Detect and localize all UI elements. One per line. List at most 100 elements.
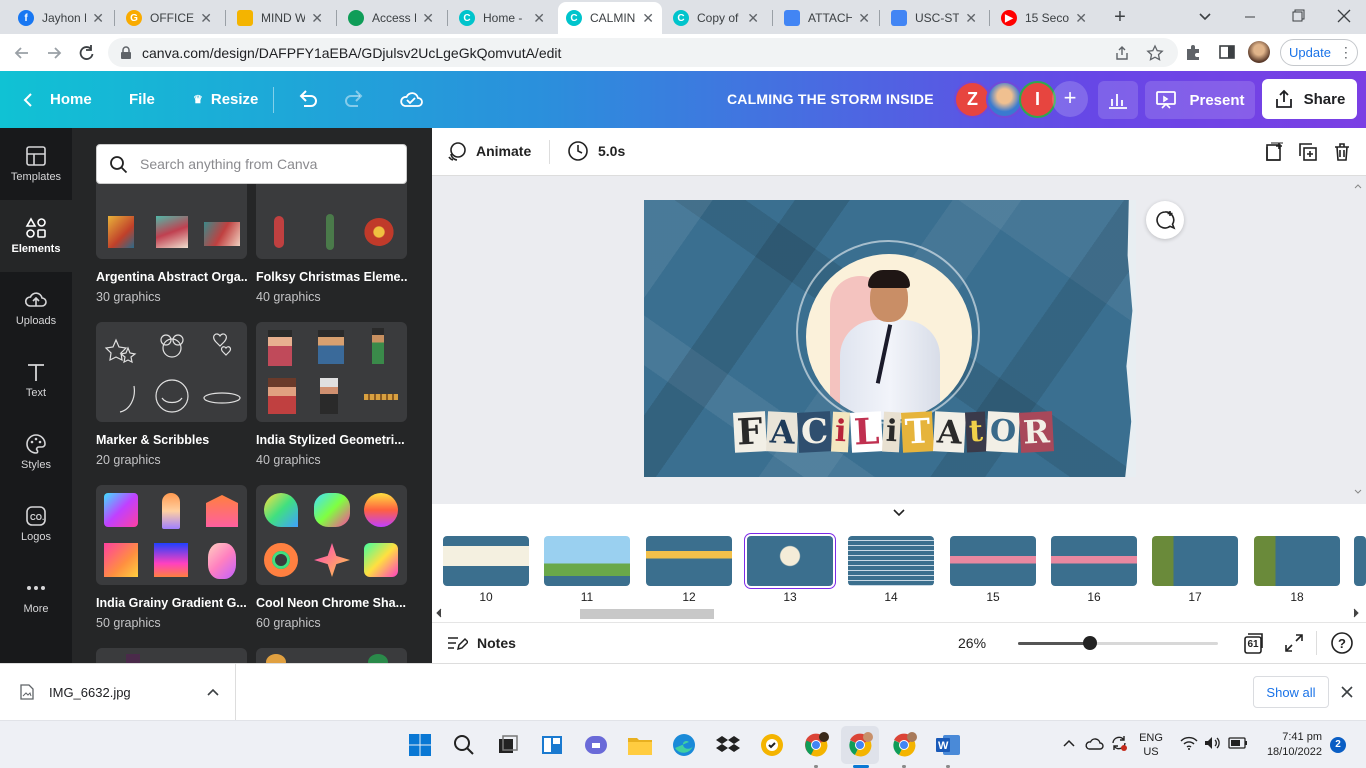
browser-tab[interactable]: MIND W ✕ <box>229 4 331 32</box>
canvas-scrollbar-vertical[interactable] <box>1352 180 1364 498</box>
strip-collapse-button[interactable] <box>864 504 934 522</box>
notification-badge[interactable]: 2 <box>1330 737 1346 753</box>
update-button[interactable]: Update ⋮ <box>1280 39 1358 66</box>
address-bar[interactable]: canva.com/design/DAFPFY1aEBA/GDjulsv2UcL… <box>108 38 1178 67</box>
page-thumbnail[interactable] <box>848 536 934 586</box>
word-icon[interactable]: W <box>934 731 962 759</box>
browser-tab[interactable]: G OFFICER ✕ <box>118 4 220 32</box>
page-thumbnail[interactable] <box>950 536 1036 586</box>
browser-tab[interactable]: ▶ 15 Seco ✕ <box>993 4 1095 32</box>
chevron-up-icon[interactable] <box>206 687 220 697</box>
rail-item-styles[interactable]: Styles <box>0 416 72 488</box>
reload-icon[interactable] <box>76 43 96 63</box>
close-tab-icon[interactable]: ✕ <box>311 10 323 27</box>
rail-item-more[interactable]: More <box>0 560 72 632</box>
close-downloads-icon[interactable] <box>1340 685 1354 699</box>
delete-page-icon[interactable] <box>1332 142 1352 162</box>
close-tab-icon[interactable]: ✕ <box>858 10 870 27</box>
language-indicator[interactable]: ENG US <box>1139 731 1163 759</box>
new-tab-button[interactable]: + <box>1108 6 1132 30</box>
add-page-icon[interactable] <box>1264 142 1284 162</box>
zoom-slider[interactable] <box>1018 636 1218 650</box>
cloud-saved-icon[interactable] <box>398 88 424 110</box>
profile-avatar[interactable] <box>1248 41 1270 63</box>
browser-tab[interactable]: USC-STU ✕ <box>883 4 985 32</box>
close-window-button[interactable] <box>1334 6 1354 26</box>
insights-button[interactable] <box>1098 81 1138 119</box>
search-icon[interactable] <box>450 731 478 759</box>
start-windows-icon[interactable] <box>406 731 434 759</box>
rail-item-templates[interactable]: Templates <box>0 128 72 200</box>
browser-tab[interactable]: f Jayhon M ✕ <box>10 4 112 32</box>
zoom-slider-knob[interactable] <box>1083 636 1097 650</box>
clock[interactable]: 7:41 pm 18/10/2022 <box>1256 730 1322 760</box>
collection-card-neon-chrome[interactable] <box>256 485 407 585</box>
volume-icon[interactable] <box>1204 736 1222 750</box>
chrome-profile-3-icon[interactable] <box>890 731 918 759</box>
page-thumbnail[interactable] <box>1254 536 1340 586</box>
close-tab-icon[interactable]: ✕ <box>200 10 212 27</box>
collection-title[interactable]: Folksy Christmas Eleme... <box>256 270 408 284</box>
page-count-button[interactable]: 61 <box>1242 632 1264 654</box>
close-tab-icon[interactable]: ✕ <box>533 10 545 27</box>
redo-icon[interactable] <box>342 88 366 110</box>
duration-button[interactable]: 5.0s <box>567 140 625 162</box>
minimize-window-button[interactable] <box>1240 8 1260 26</box>
norton-vpn-icon[interactable] <box>758 731 786 759</box>
rail-item-elements[interactable]: Elements <box>0 200 72 272</box>
widgets-icon[interactable] <box>538 731 566 759</box>
edge-browser-icon[interactable] <box>670 731 698 759</box>
add-collaborator-button[interactable]: + <box>1052 81 1088 117</box>
battery-icon[interactable] <box>1228 737 1248 749</box>
page-thumbnail[interactable] <box>443 536 529 586</box>
sync-icon[interactable] <box>1110 734 1128 752</box>
browser-tab[interactable]: C Copy of ✕ <box>665 4 767 32</box>
collection-card-marker-scribbles[interactable] <box>96 322 247 422</box>
wifi-icon[interactable] <box>1180 736 1198 750</box>
undo-icon[interactable] <box>296 88 320 110</box>
download-item[interactable]: IMG_6632.jpg <box>0 664 236 720</box>
horizontal-scrollbar-track[interactable] <box>432 606 1366 620</box>
back-arrow-icon[interactable] <box>12 43 32 63</box>
share-button[interactable]: Share <box>1262 79 1357 119</box>
horizontal-scrollbar-thumb[interactable] <box>580 609 714 619</box>
collection-card-next[interactable] <box>96 648 247 663</box>
page-thumbnail[interactable] <box>1051 536 1137 586</box>
share-page-icon[interactable] <box>1114 45 1130 61</box>
collection-title[interactable]: India Grainy Gradient G... <box>96 596 248 610</box>
bookmark-star-icon[interactable] <box>1146 44 1164 62</box>
animate-button[interactable]: Animate <box>446 140 531 162</box>
close-tab-icon[interactable]: ✕ <box>642 10 654 27</box>
extensions-puzzle-icon[interactable] <box>1184 43 1202 61</box>
zoom-percentage[interactable]: 26% <box>958 635 986 651</box>
collection-card-next[interactable] <box>256 648 407 663</box>
task-view-icon[interactable] <box>494 731 522 759</box>
home-button[interactable]: Home <box>20 71 92 128</box>
page-thumbnail[interactable] <box>747 536 833 586</box>
tab-search-chevron-icon[interactable] <box>1196 8 1214 26</box>
fullscreen-icon[interactable] <box>1284 633 1304 653</box>
browser-tab[interactable]: Access D ✕ <box>340 4 442 32</box>
resize-button[interactable]: ♛ Resize <box>193 71 258 128</box>
rail-item-logos[interactable]: CO. Logos <box>0 488 72 560</box>
close-tab-icon[interactable]: ✕ <box>965 10 977 27</box>
forward-arrow-icon[interactable] <box>44 43 64 63</box>
design-title[interactable]: CALMING THE STORM INSIDE <box>727 91 934 107</box>
onedrive-cloud-icon[interactable] <box>1084 735 1104 751</box>
collection-title[interactable]: Cool Neon Chrome Sha... <box>256 596 408 610</box>
restore-window-button[interactable] <box>1288 8 1308 26</box>
add-comment-button[interactable] <box>1146 201 1184 239</box>
page-thumbnail[interactable] <box>646 536 732 586</box>
collaborator-avatar-2[interactable] <box>986 81 1023 118</box>
lock-icon[interactable] <box>120 46 132 60</box>
collaborator-avatar-3[interactable]: I <box>1019 81 1056 118</box>
side-panel-icon[interactable] <box>1218 43 1236 61</box>
browser-tab[interactable]: ATTACH ✕ <box>776 4 878 32</box>
notes-button[interactable]: Notes <box>446 633 516 653</box>
chrome-profile-1-icon[interactable] <box>802 731 830 759</box>
page-thumbnail[interactable] <box>1152 536 1238 586</box>
close-tab-icon[interactable]: ✕ <box>422 10 434 27</box>
page-thumbnail[interactable] <box>1354 536 1366 586</box>
close-tab-icon[interactable]: ✕ <box>1075 10 1087 27</box>
chrome-profile-2-icon[interactable] <box>846 731 874 759</box>
